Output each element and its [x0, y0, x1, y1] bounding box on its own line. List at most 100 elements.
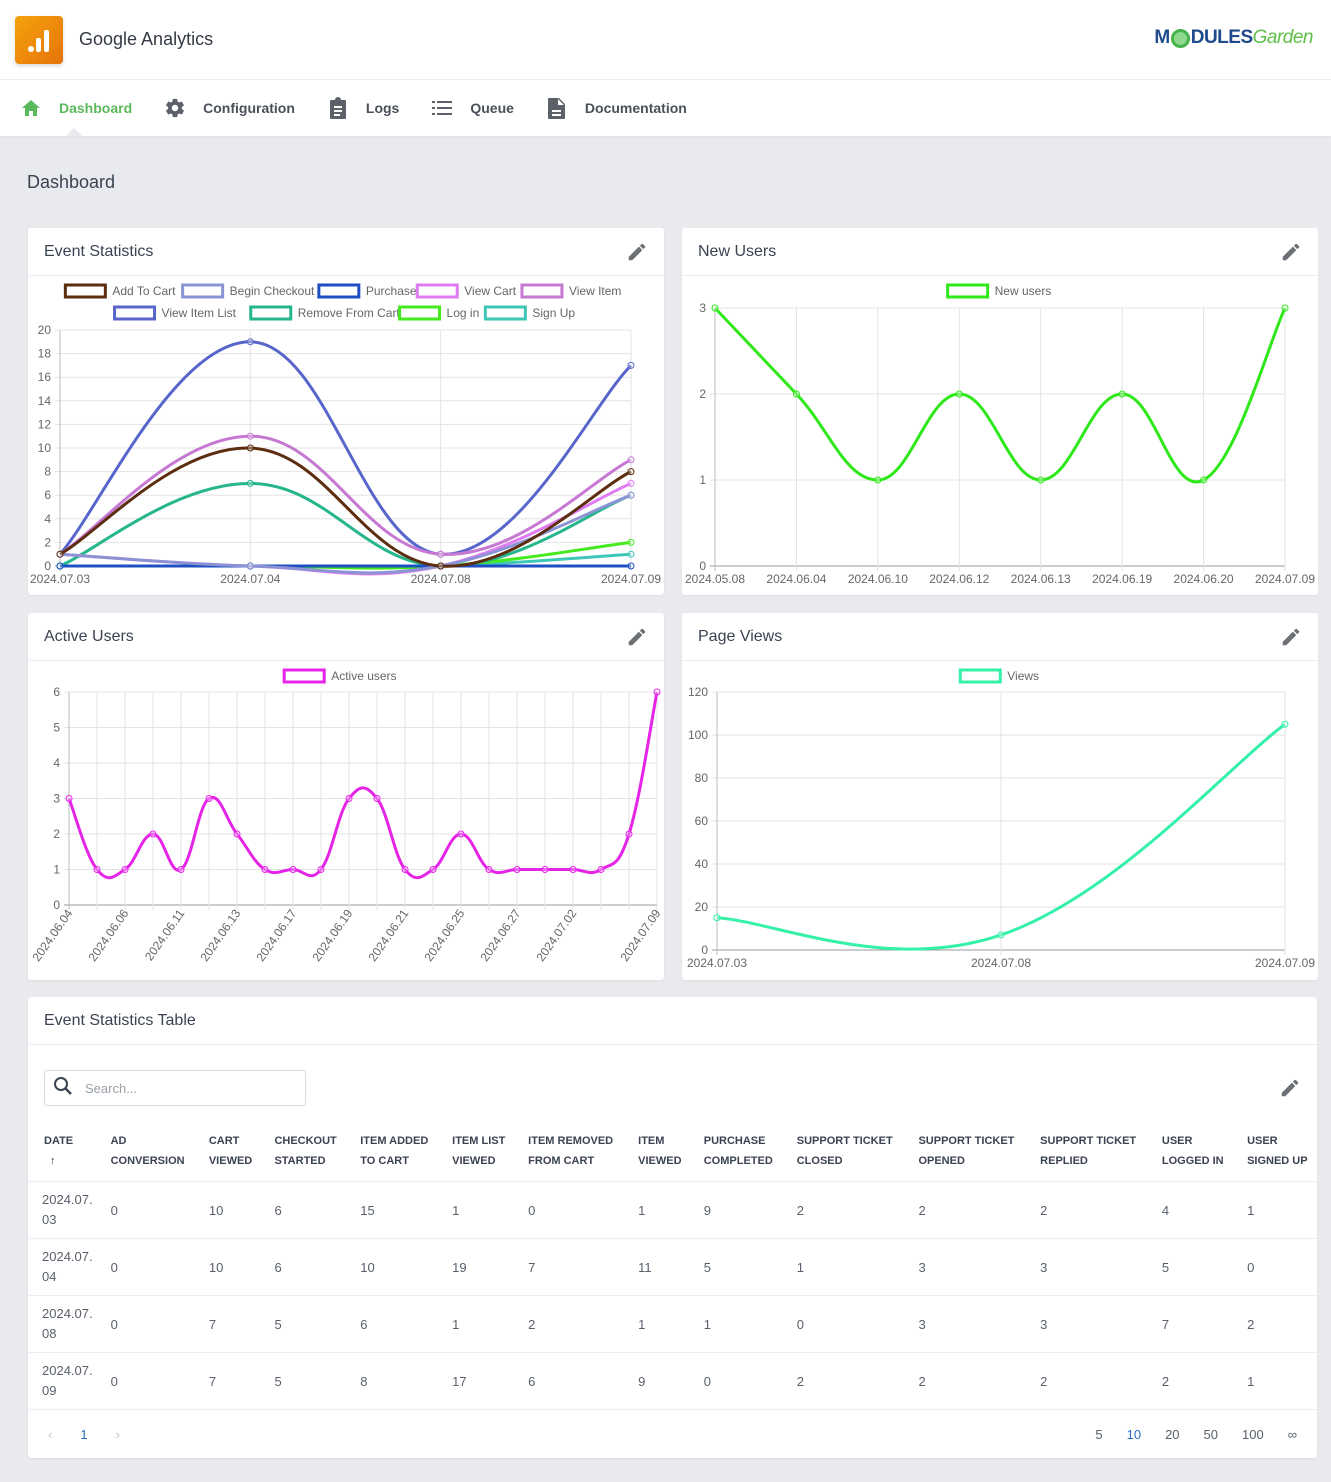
data-point[interactable]: [485, 866, 493, 873]
page-size-option[interactable]: 20: [1165, 1427, 1179, 1442]
legend-item[interactable]: Log in: [398, 305, 480, 321]
data-point[interactable]: [1200, 476, 1208, 484]
column-header[interactable]: ITEM ADDED TO CART: [346, 1123, 439, 1182]
table-cell: 2: [904, 1181, 1027, 1239]
data-point[interactable]: [429, 866, 437, 873]
column-header[interactable]: DATE ↑: [28, 1123, 97, 1182]
legend-item[interactable]: Sign Up: [483, 305, 575, 321]
data-point[interactable]: [625, 830, 633, 838]
legend-item[interactable]: View Item List: [113, 305, 237, 321]
data-point[interactable]: [149, 830, 157, 838]
column-header[interactable]: ITEM REMOVED FROM CART: [514, 1123, 625, 1182]
data-point[interactable]: [121, 866, 129, 873]
nav-item-logs[interactable]: Logs: [327, 80, 399, 136]
data-point[interactable]: [1281, 720, 1289, 728]
edit-pencil-icon[interactable]: [1280, 626, 1302, 648]
data-point[interactable]: [1037, 476, 1045, 484]
page-size-option[interactable]: 5: [1095, 1427, 1102, 1442]
legend-item[interactable]: View Cart: [415, 283, 517, 299]
data-point[interactable]: [627, 538, 635, 546]
table-cell: 0: [782, 1295, 905, 1353]
data-point[interactable]: [597, 866, 605, 873]
column-header[interactable]: AD CONVERSION: [96, 1123, 195, 1182]
edit-pencil-icon[interactable]: [626, 626, 648, 648]
data-point[interactable]: [289, 866, 297, 873]
data-point[interactable]: [653, 688, 661, 696]
page-size-option[interactable]: ∞: [1288, 1427, 1297, 1442]
page-size-option[interactable]: 100: [1242, 1427, 1264, 1442]
series-line: [60, 540, 632, 570]
data-point[interactable]: [246, 479, 254, 487]
data-point[interactable]: [627, 491, 635, 499]
page-number-button[interactable]: 1: [80, 1427, 87, 1442]
column-header[interactable]: SUPPORT TICKET CLOSED: [782, 1123, 905, 1182]
legend-item[interactable]: Remove From Cart: [249, 305, 401, 321]
y-tick-label: 120: [688, 685, 708, 699]
data-point[interactable]: [177, 866, 185, 873]
data-point[interactable]: [317, 866, 325, 873]
data-point[interactable]: [627, 456, 635, 464]
data-point[interactable]: [437, 550, 445, 558]
column-header[interactable]: ITEM LIST VIEWED: [438, 1123, 515, 1182]
data-point[interactable]: [627, 562, 635, 570]
legend-item[interactable]: View Item: [520, 283, 621, 299]
data-point[interactable]: [955, 390, 963, 398]
data-point[interactable]: [345, 795, 353, 802]
data-point[interactable]: [437, 562, 445, 570]
data-point[interactable]: [65, 795, 73, 802]
data-point[interactable]: [261, 866, 269, 873]
edit-pencil-icon[interactable]: [1280, 241, 1302, 263]
nav-item-documentation[interactable]: Documentation: [546, 80, 687, 136]
legend-item[interactable]: Views: [958, 668, 1039, 684]
column-header[interactable]: SUPPORT TICKET OPENED: [904, 1123, 1027, 1182]
data-point[interactable]: [457, 830, 465, 838]
legend-item[interactable]: Begin Checkout: [181, 283, 315, 299]
edit-pencil-icon[interactable]: [1279, 1077, 1301, 1099]
column-header[interactable]: CHECKOUT STARTED: [260, 1123, 347, 1182]
data-point[interactable]: [997, 931, 1005, 939]
data-point[interactable]: [1118, 390, 1126, 398]
column-header[interactable]: PURCHASE COMPLETED: [689, 1123, 783, 1182]
nav-item-configuration[interactable]: Configuration: [164, 80, 295, 136]
data-point[interactable]: [246, 338, 254, 346]
data-point[interactable]: [792, 390, 800, 398]
legend-item[interactable]: Active users: [282, 668, 397, 684]
data-point[interactable]: [93, 866, 101, 873]
data-point[interactable]: [713, 914, 721, 922]
column-header[interactable]: USER LOGGED IN: [1147, 1123, 1234, 1182]
next-page-button[interactable]: ›: [116, 1427, 120, 1442]
legend-label: Add To Cart: [112, 284, 176, 298]
data-point[interactable]: [627, 479, 635, 487]
data-point[interactable]: [627, 468, 635, 476]
page-size-option[interactable]: 10: [1127, 1427, 1141, 1442]
nav-item-queue[interactable]: Queue: [431, 80, 514, 136]
data-point[interactable]: [56, 562, 64, 570]
data-point[interactable]: [513, 866, 521, 873]
column-header[interactable]: ITEM VIEWED: [624, 1123, 690, 1182]
data-point[interactable]: [246, 432, 254, 440]
prev-page-button[interactable]: ‹: [48, 1427, 52, 1442]
page-size-option[interactable]: 50: [1204, 1427, 1218, 1442]
column-header[interactable]: CART VIEWED: [194, 1123, 261, 1182]
data-point[interactable]: [401, 866, 409, 873]
data-point[interactable]: [205, 795, 213, 802]
column-header[interactable]: USER SIGNED UP: [1233, 1123, 1317, 1182]
data-point[interactable]: [627, 550, 635, 558]
edit-pencil-icon[interactable]: [626, 241, 648, 263]
column-header[interactable]: SUPPORT TICKET REPLIED: [1026, 1123, 1148, 1182]
data-point[interactable]: [246, 562, 254, 570]
data-point[interactable]: [1281, 304, 1289, 312]
data-point[interactable]: [541, 866, 549, 873]
legend-item[interactable]: Purchase: [317, 283, 417, 299]
legend-item[interactable]: New users: [946, 283, 1052, 299]
legend-item[interactable]: Add To Cart: [63, 283, 176, 299]
data-point[interactable]: [711, 304, 719, 312]
data-point[interactable]: [56, 550, 64, 558]
data-point[interactable]: [233, 830, 241, 838]
data-point[interactable]: [373, 795, 381, 802]
data-point[interactable]: [627, 361, 635, 369]
data-point[interactable]: [874, 476, 882, 484]
search-input[interactable]: [83, 1079, 283, 1097]
data-point[interactable]: [246, 444, 254, 452]
data-point[interactable]: [569, 866, 577, 873]
